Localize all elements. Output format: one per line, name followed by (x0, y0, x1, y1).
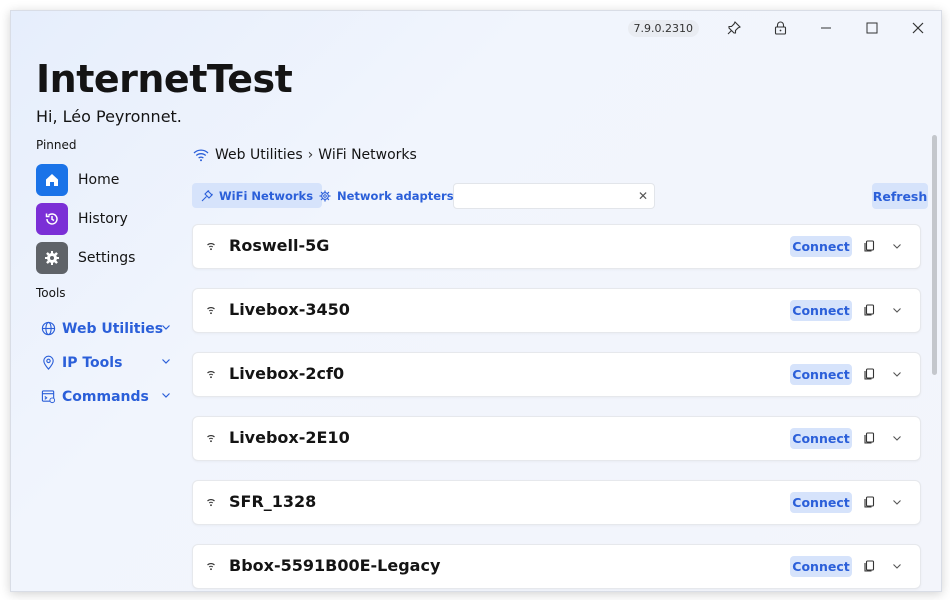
clear-search-icon[interactable]: ✕ (638, 189, 648, 203)
wifi-icon (207, 307, 215, 315)
tab-label: WiFi Networks (219, 188, 314, 203)
network-row[interactable]: Livebox-2E10 Connect (192, 416, 921, 461)
chevron-down-icon[interactable] (892, 497, 902, 507)
connect-button[interactable]: Connect (790, 428, 852, 449)
chevron-down-icon[interactable] (892, 433, 902, 443)
connect-button[interactable]: Connect (790, 492, 852, 513)
wifi-icon (207, 243, 215, 251)
gear-icon (319, 190, 331, 202)
command-icon (41, 389, 57, 405)
tab-wifi-networks[interactable]: WiFi Networks (192, 183, 323, 208)
network-ssid: SFR_1328 (229, 492, 317, 511)
chevron-down-icon[interactable] (892, 305, 902, 315)
pin-icon (727, 21, 741, 35)
chevron-down-icon[interactable] (892, 561, 902, 571)
chevron-down-icon (162, 393, 170, 398)
network-ssid: Livebox-3450 (229, 300, 350, 319)
network-row[interactable]: Livebox-2cf0 Connect (192, 352, 921, 397)
sidebar-item-label: IP Tools (62, 355, 123, 371)
maximize-icon (866, 22, 878, 34)
version-badge: 7.9.0.2310 (627, 19, 699, 37)
sidebar-item-home[interactable]: Home (36, 163, 186, 197)
tools-section-label: Tools (36, 286, 66, 300)
minimize-icon (821, 27, 831, 29)
wifi-icon (207, 371, 215, 379)
pin-button[interactable] (711, 11, 757, 45)
copy-icon[interactable] (864, 560, 875, 572)
app-window: 7.9.0.2310 InternetTest Hi, Léo Peyronne… (10, 10, 942, 592)
chevron-down-icon[interactable] (892, 241, 902, 251)
wifi-icon (207, 563, 215, 571)
sidebar-item-label: History (78, 211, 128, 227)
chevron-down-icon (162, 325, 170, 330)
copy-icon[interactable] (864, 304, 875, 316)
copy-icon[interactable] (864, 432, 875, 444)
network-ssid: Livebox-2E10 (229, 428, 350, 447)
network-ssid: Livebox-2cf0 (229, 364, 345, 383)
lock-icon (774, 21, 786, 35)
app-title: InternetTest (36, 57, 293, 101)
connect-button[interactable]: Connect (790, 556, 852, 577)
history-icon (36, 203, 68, 235)
minimize-button[interactable] (803, 11, 849, 45)
connect-button[interactable]: Connect (790, 300, 852, 321)
sidebar-item-web-utilities[interactable]: Web Utilities (41, 317, 171, 341)
copy-icon[interactable] (864, 240, 875, 252)
sidebar-item-commands[interactable]: Commands (41, 385, 171, 409)
scrollbar[interactable] (932, 135, 937, 375)
toolbar: WiFi Networks Network adapters ✕ Refresh (192, 183, 928, 209)
sidebar-item-settings[interactable]: Settings (36, 241, 186, 275)
sidebar-item-label: Web Utilities (62, 321, 164, 337)
sidebar-item-history[interactable]: History (36, 202, 186, 236)
wifi-icon (207, 435, 215, 443)
globe-icon (41, 321, 57, 337)
lock-button[interactable] (757, 11, 803, 45)
network-ssid: Bbox-5591B00E-Legacy (229, 556, 441, 575)
breadcrumb: Web Utilities › WiFi Networks (193, 147, 417, 163)
home-icon (36, 164, 68, 196)
network-ssid: Roswell-5G (229, 236, 330, 255)
tab-label: Network adapters (337, 188, 454, 203)
sidebar-item-label: Settings (78, 250, 136, 266)
close-icon (912, 22, 924, 34)
connect-button[interactable]: Connect (790, 236, 852, 257)
refresh-button[interactable]: Refresh (872, 183, 928, 209)
breadcrumb-current: WiFi Networks (318, 147, 417, 163)
wifi-icon (207, 499, 215, 507)
pinned-section-label: Pinned (36, 138, 77, 152)
chevron-down-icon (162, 359, 170, 364)
sidebar-item-label: Commands (62, 389, 149, 405)
network-row[interactable]: Roswell-5G Connect (192, 224, 921, 269)
title-bar: 7.9.0.2310 (627, 11, 941, 45)
network-row[interactable]: Livebox-3450 Connect (192, 288, 921, 333)
network-row[interactable]: SFR_1328 Connect (192, 480, 921, 525)
sidebar-item-label: Home (78, 172, 120, 188)
breadcrumb-separator: › (307, 147, 314, 163)
wifi-icon (193, 149, 209, 162)
tab-network-adapters[interactable]: Network adapters (310, 183, 463, 208)
chevron-down-icon[interactable] (892, 369, 902, 379)
location-pin-icon (41, 355, 57, 371)
connect-button[interactable]: Connect (790, 364, 852, 385)
maximize-button[interactable] (849, 11, 895, 45)
copy-icon[interactable] (864, 496, 875, 508)
breadcrumb-parent[interactable]: Web Utilities (215, 147, 303, 163)
gear-icon (36, 242, 68, 274)
sidebar-item-ip-tools[interactable]: IP Tools (41, 351, 171, 375)
copy-icon[interactable] (864, 368, 875, 380)
close-button[interactable] (895, 11, 941, 45)
search-box: ✕ (453, 183, 655, 209)
network-row[interactable]: Bbox-5591B00E-Legacy Connect (192, 544, 921, 589)
greeting-text: Hi, Léo Peyronnet. (36, 107, 182, 126)
search-input[interactable] (460, 184, 634, 208)
plug-icon (201, 189, 213, 202)
